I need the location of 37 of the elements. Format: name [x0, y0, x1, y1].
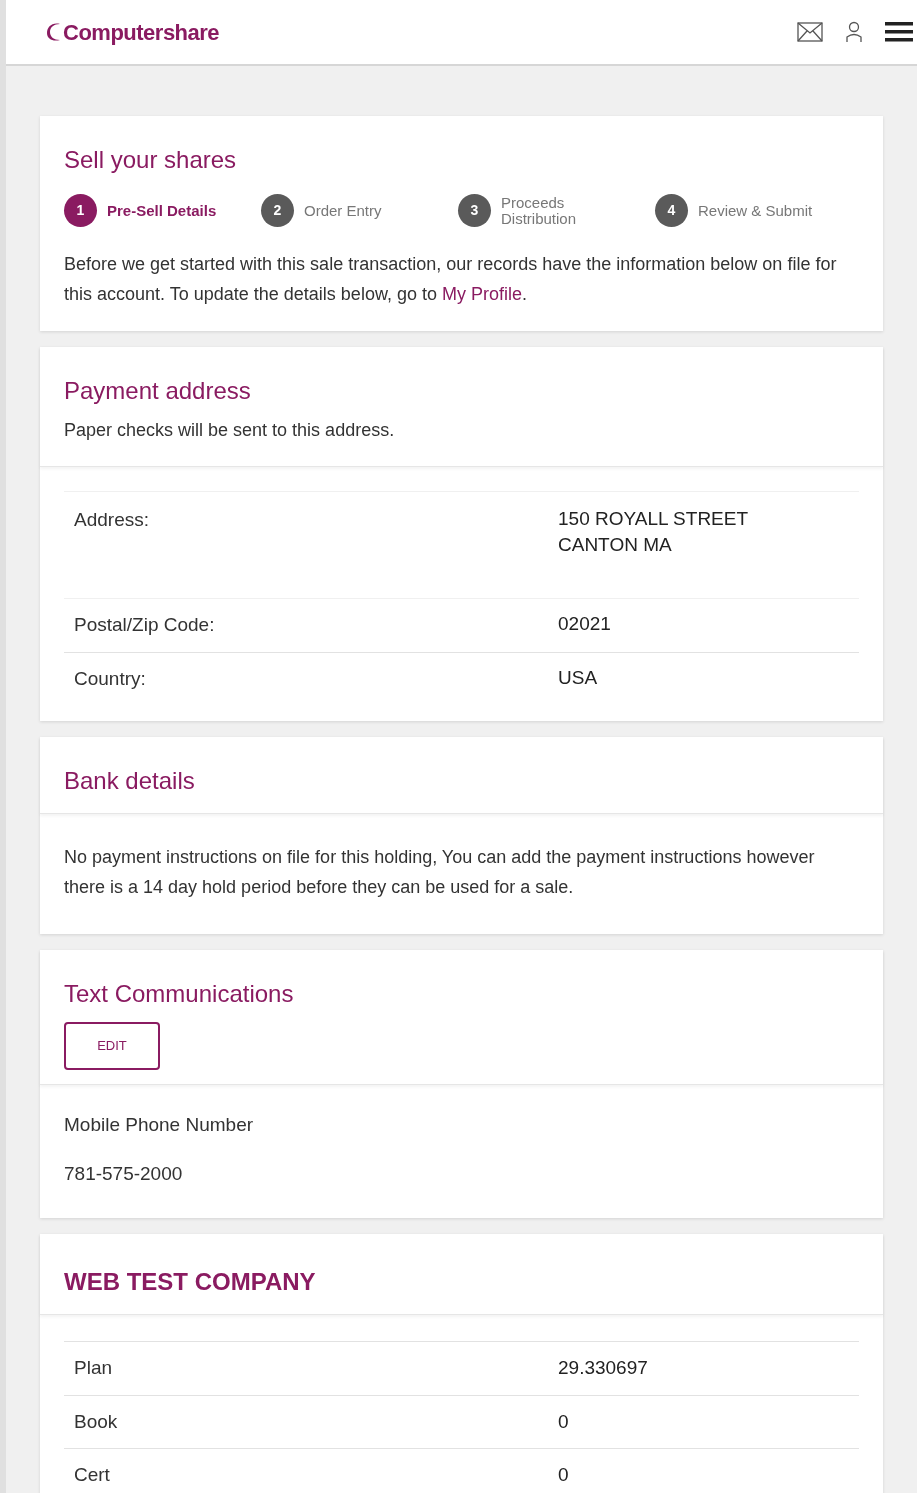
holding-label: Plan [74, 1356, 114, 1380]
holding-label: Cert [74, 1463, 111, 1487]
holding-value: 29.330697 [558, 1356, 648, 1380]
step-number: 2 [261, 194, 294, 227]
phone-label: Mobile Phone Number [64, 1113, 255, 1137]
field-value: 150 ROYALL STREET [558, 507, 749, 531]
field-label: Postal/Zip Code: [74, 613, 216, 637]
phone-number: 781-575-2000 [64, 1161, 184, 1186]
step-label[interactable]: Review & Submit [698, 202, 828, 219]
field-value: 02021 [558, 612, 611, 636]
mail-icon[interactable] [797, 22, 823, 42]
bank-message: No payment instructions on file for this holding, You can add the payment instructions however there is a 14 day hold period before they can be used for a sale. [63, 846, 816, 899]
step-number: 1 [64, 194, 97, 227]
step-label[interactable]: Pre-Sell Details [107, 202, 237, 219]
field-value: CANTON MA [558, 533, 673, 557]
section-title: Payment address [64, 376, 252, 406]
edit-button[interactable]: EDIT [64, 1022, 160, 1070]
my-profile-link[interactable]: My Profile [441, 284, 522, 304]
step-number: 3 [458, 194, 491, 227]
user-icon[interactable] [845, 21, 863, 43]
field-label: Country: [74, 666, 147, 691]
step-label[interactable]: Order Entry [304, 202, 434, 219]
page-title: Sell your shares [64, 145, 238, 175]
holding-value: 0 [558, 1409, 569, 1434]
company-logo[interactable]: Computershare [63, 15, 220, 49]
holding-label: Book [74, 1409, 119, 1434]
section-title: WEB TEST COMPANY [64, 1267, 317, 1297]
field-label: Address: [74, 508, 150, 532]
section-subtitle: Paper checks will be sent to this address. [64, 419, 396, 442]
section-title: Bank details [64, 766, 196, 796]
intro-paragraph: Before we get started with this sale transaction, our records have the information below on file for this account. To update the details below, go to My Profile. [64, 253, 838, 306]
holding-value: 0 [558, 1463, 569, 1487]
menu-icon[interactable] [885, 21, 913, 43]
field-value: USA [558, 665, 598, 690]
step-number: 4 [655, 194, 688, 227]
step-label[interactable]: Proceeds Distribution [501, 194, 631, 227]
section-title: Text Communications [64, 979, 295, 1009]
